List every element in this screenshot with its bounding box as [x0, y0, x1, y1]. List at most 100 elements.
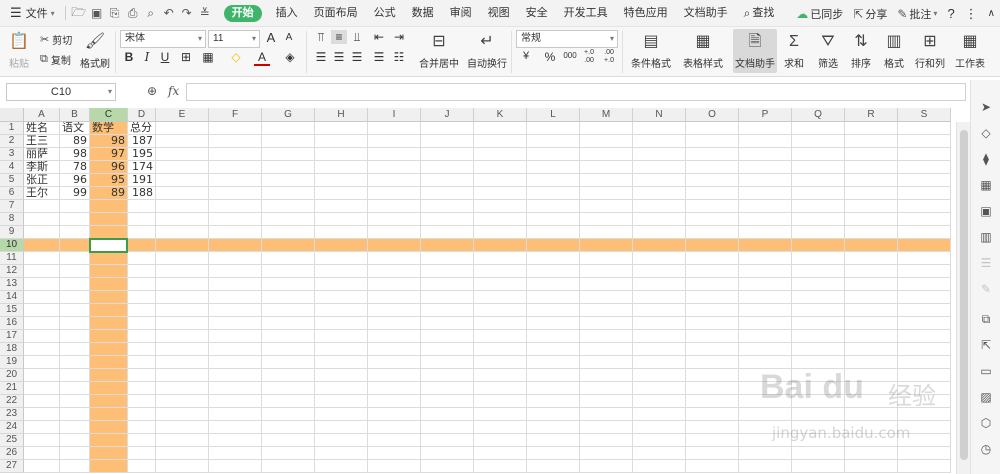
cell-h20[interactable]	[315, 369, 368, 382]
cell-i16[interactable]	[368, 317, 421, 330]
cell-a1[interactable]: 姓名	[24, 122, 60, 135]
sync-button[interactable]: ☁ 已同步	[791, 6, 848, 22]
cell-r3[interactable]	[845, 148, 898, 161]
tab-doc-assistant[interactable]: 文档助手	[676, 0, 736, 27]
cell-r5[interactable]	[845, 174, 898, 187]
cell-o25[interactable]	[686, 434, 739, 447]
cell-k27[interactable]	[474, 460, 527, 473]
cell-p27[interactable]	[739, 460, 792, 473]
font-color-button[interactable]: A	[254, 50, 270, 66]
cell-f13[interactable]	[209, 278, 262, 291]
row-header-1[interactable]: 1	[0, 122, 24, 135]
row-header-25[interactable]: 25	[0, 434, 24, 447]
cell-j9[interactable]	[421, 226, 474, 239]
cell-a23[interactable]	[24, 408, 60, 421]
column-header-e[interactable]: E	[156, 108, 209, 122]
cell-c19[interactable]	[90, 356, 128, 369]
cell-p16[interactable]	[739, 317, 792, 330]
cell-b25[interactable]	[60, 434, 90, 447]
list-icon[interactable]: ☰	[971, 256, 1000, 270]
cell-q27[interactable]	[792, 460, 845, 473]
cell-k4[interactable]	[474, 161, 527, 174]
cell-l25[interactable]	[527, 434, 580, 447]
cell-e1[interactable]	[156, 122, 209, 135]
cell-o18[interactable]	[686, 343, 739, 356]
cell-l7[interactable]	[527, 200, 580, 213]
align-bottom-icon[interactable]: ⫫	[349, 30, 365, 45]
cell-k21[interactable]	[474, 382, 527, 395]
cell-s6[interactable]	[898, 187, 951, 200]
cell-p20[interactable]	[739, 369, 792, 382]
cell-j15[interactable]	[421, 304, 474, 317]
cell-m22[interactable]	[580, 395, 633, 408]
column-header-s[interactable]: S	[898, 108, 951, 122]
cell-f20[interactable]	[209, 369, 262, 382]
cell-h16[interactable]	[315, 317, 368, 330]
cell-k25[interactable]	[474, 434, 527, 447]
fill-color-icon[interactable]: ◇	[228, 50, 244, 64]
cell-b20[interactable]	[60, 369, 90, 382]
cell-r4[interactable]	[845, 161, 898, 174]
row-header-6[interactable]: 6	[0, 187, 24, 200]
cell-k11[interactable]	[474, 252, 527, 265]
cell-m10[interactable]	[580, 239, 633, 252]
cell-f24[interactable]	[209, 421, 262, 434]
cell-b9[interactable]	[60, 226, 90, 239]
column-header-n[interactable]: N	[633, 108, 686, 122]
cell-j6[interactable]	[421, 187, 474, 200]
cell-o7[interactable]	[686, 200, 739, 213]
cell-e11[interactable]	[156, 252, 209, 265]
cell-s7[interactable]	[898, 200, 951, 213]
cell-h11[interactable]	[315, 252, 368, 265]
row-header-16[interactable]: 16	[0, 317, 24, 330]
cell-h8[interactable]	[315, 213, 368, 226]
cell-n4[interactable]	[633, 161, 686, 174]
cell-j1[interactable]	[421, 122, 474, 135]
cell-m9[interactable]	[580, 226, 633, 239]
row-header-17[interactable]: 17	[0, 330, 24, 343]
indent-decrease-icon[interactable]: ⇤	[371, 30, 387, 44]
scrollbar-thumb[interactable]	[960, 130, 968, 460]
cell-g5[interactable]	[262, 174, 315, 187]
cell-s26[interactable]	[898, 447, 951, 460]
distributed-icon[interactable]: ☷	[391, 50, 407, 64]
cell-j7[interactable]	[421, 200, 474, 213]
column-header-b[interactable]: B	[60, 108, 90, 122]
column-header-k[interactable]: K	[474, 108, 527, 122]
cell-p10[interactable]	[739, 239, 792, 252]
row-header-15[interactable]: 15	[0, 304, 24, 317]
cell-e15[interactable]	[156, 304, 209, 317]
cell-f26[interactable]	[209, 447, 262, 460]
cell-e25[interactable]	[156, 434, 209, 447]
cell-i11[interactable]	[368, 252, 421, 265]
cell-p19[interactable]	[739, 356, 792, 369]
cell-e8[interactable]	[156, 213, 209, 226]
cell-c16[interactable]	[90, 317, 128, 330]
cell-s20[interactable]	[898, 369, 951, 382]
cell-c14[interactable]	[90, 291, 128, 304]
cell-s10[interactable]	[898, 239, 951, 252]
cell-e14[interactable]	[156, 291, 209, 304]
cell-k22[interactable]	[474, 395, 527, 408]
cell-q15[interactable]	[792, 304, 845, 317]
cell-c24[interactable]	[90, 421, 128, 434]
formula-input[interactable]	[186, 83, 966, 101]
shapes-icon[interactable]: ◇	[971, 126, 1000, 140]
cell-b26[interactable]	[60, 447, 90, 460]
cell-j10[interactable]	[421, 239, 474, 252]
cell-d17[interactable]	[128, 330, 156, 343]
cell-r25[interactable]	[845, 434, 898, 447]
align-center-icon[interactable]: ☰	[331, 50, 347, 64]
cell-b1[interactable]: 语文	[60, 122, 90, 135]
history-icon[interactable]: ◷	[971, 442, 1000, 456]
cell-a22[interactable]	[24, 395, 60, 408]
font-name-select[interactable]: 宋体 ▾	[120, 30, 206, 48]
cell-i24[interactable]	[368, 421, 421, 434]
cell-d4[interactable]: 174	[128, 161, 156, 174]
cell-s2[interactable]	[898, 135, 951, 148]
cell-h13[interactable]	[315, 278, 368, 291]
cell-o24[interactable]	[686, 421, 739, 434]
cell-c12[interactable]	[90, 265, 128, 278]
cell-e5[interactable]	[156, 174, 209, 187]
cell-c27[interactable]	[90, 460, 128, 473]
